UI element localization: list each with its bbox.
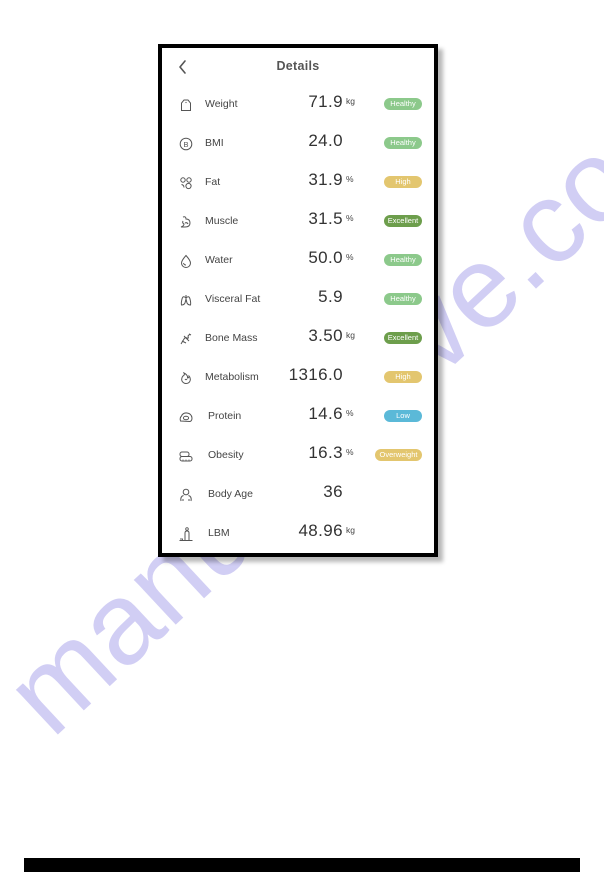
metric-value: 1316.0: [288, 365, 343, 384]
bone-icon: [178, 331, 194, 347]
metric-label: LBM: [208, 527, 230, 539]
metric-row-lbm[interactable]: LBM 48.96 kg: [162, 514, 434, 553]
status-badge: High: [384, 176, 422, 188]
page-title: Details: [276, 59, 320, 73]
status-badge: Excellent: [384, 215, 422, 227]
fat-icon: [178, 175, 194, 191]
metric-row-metabolism[interactable]: Metabolism 1316.0 High: [162, 358, 434, 397]
metric-value: 5.9: [318, 287, 343, 306]
metric-value: 16.3: [308, 443, 343, 462]
water-drop-icon: [178, 253, 194, 269]
metric-label: Bone Mass: [205, 332, 258, 344]
metric-row-bone-mass[interactable]: Bone Mass 3.50 kg Excellent: [162, 319, 434, 358]
metric-unit: kg: [346, 96, 355, 106]
obesity-icon: [178, 448, 194, 464]
bmi-icon: B: [178, 136, 194, 152]
metric-unit: %: [346, 447, 354, 457]
page-footer-bar: [24, 858, 580, 872]
metric-row-water[interactable]: Water 50.0% Healthy: [162, 241, 434, 280]
metric-row-visceral-fat[interactable]: Visceral Fat 5.9 Healthy: [162, 280, 434, 319]
metric-value: 24.0: [308, 131, 343, 150]
metric-unit: %: [346, 408, 354, 418]
protein-egg-icon: [178, 409, 194, 425]
metric-value: 3.50: [308, 326, 343, 345]
phone-screen: Details Weight 71.9 kg Healthy B BMI 24.0…: [158, 44, 438, 557]
visceral-fat-icon: [178, 292, 194, 308]
metric-unit: %: [346, 174, 354, 184]
metric-row-protein[interactable]: Protein 14.6% Low: [162, 397, 434, 436]
metric-row-obesity[interactable]: Obesity 16.3% Overweight: [162, 436, 434, 475]
metric-value: 31.5: [308, 209, 343, 228]
metric-label: BMI: [205, 137, 224, 149]
metric-row-weight[interactable]: Weight 71.9 kg Healthy: [162, 85, 434, 124]
metric-unit: kg: [346, 525, 355, 535]
metric-label: Water: [205, 254, 233, 266]
weight-scale-icon: [178, 97, 194, 113]
status-badge: Healthy: [384, 137, 422, 149]
status-badge: Healthy: [384, 293, 422, 305]
metric-label: Weight: [205, 98, 238, 110]
metric-unit: %: [346, 213, 354, 223]
metric-value: 48.96: [298, 521, 343, 540]
metric-label: Obesity: [208, 449, 244, 461]
status-badge: Healthy: [384, 254, 422, 266]
metrics-list: Weight 71.9 kg Healthy B BMI 24.0 Healthy…: [162, 85, 434, 553]
svg-text:B: B: [183, 140, 188, 149]
metric-label: Visceral Fat: [205, 293, 261, 305]
metric-value: 14.6: [308, 404, 343, 423]
status-badge: Excellent: [384, 332, 422, 344]
header: Details: [162, 48, 434, 86]
metric-value: 31.9: [308, 170, 343, 189]
metric-label: Protein: [208, 410, 242, 422]
metric-label: Fat: [205, 176, 221, 188]
metric-label: Body Age: [208, 488, 253, 500]
metric-label: Muscle: [205, 215, 239, 227]
metric-row-bmi[interactable]: B BMI 24.0 Healthy: [162, 124, 434, 163]
metric-label: Metabolism: [205, 371, 259, 383]
muscle-icon: [178, 214, 194, 230]
metabolism-flame-icon: [178, 370, 194, 386]
status-badge: Low: [384, 410, 422, 422]
metric-value: 71.9: [308, 92, 343, 111]
status-badge: Healthy: [384, 98, 422, 110]
lbm-person-icon: [178, 526, 194, 542]
metric-row-muscle[interactable]: Muscle 31.5% Excellent: [162, 202, 434, 241]
body-age-person-icon: [178, 487, 194, 503]
status-badge: High: [384, 371, 422, 383]
metric-row-body-age[interactable]: Body Age 36: [162, 475, 434, 514]
status-badge: Overweight: [375, 449, 422, 461]
metric-value: 36: [323, 482, 343, 501]
metric-row-fat[interactable]: Fat 31.9% High: [162, 163, 434, 202]
metric-value: 50.0: [308, 248, 343, 267]
metric-unit: %: [346, 252, 354, 262]
metric-unit: kg: [346, 330, 355, 340]
